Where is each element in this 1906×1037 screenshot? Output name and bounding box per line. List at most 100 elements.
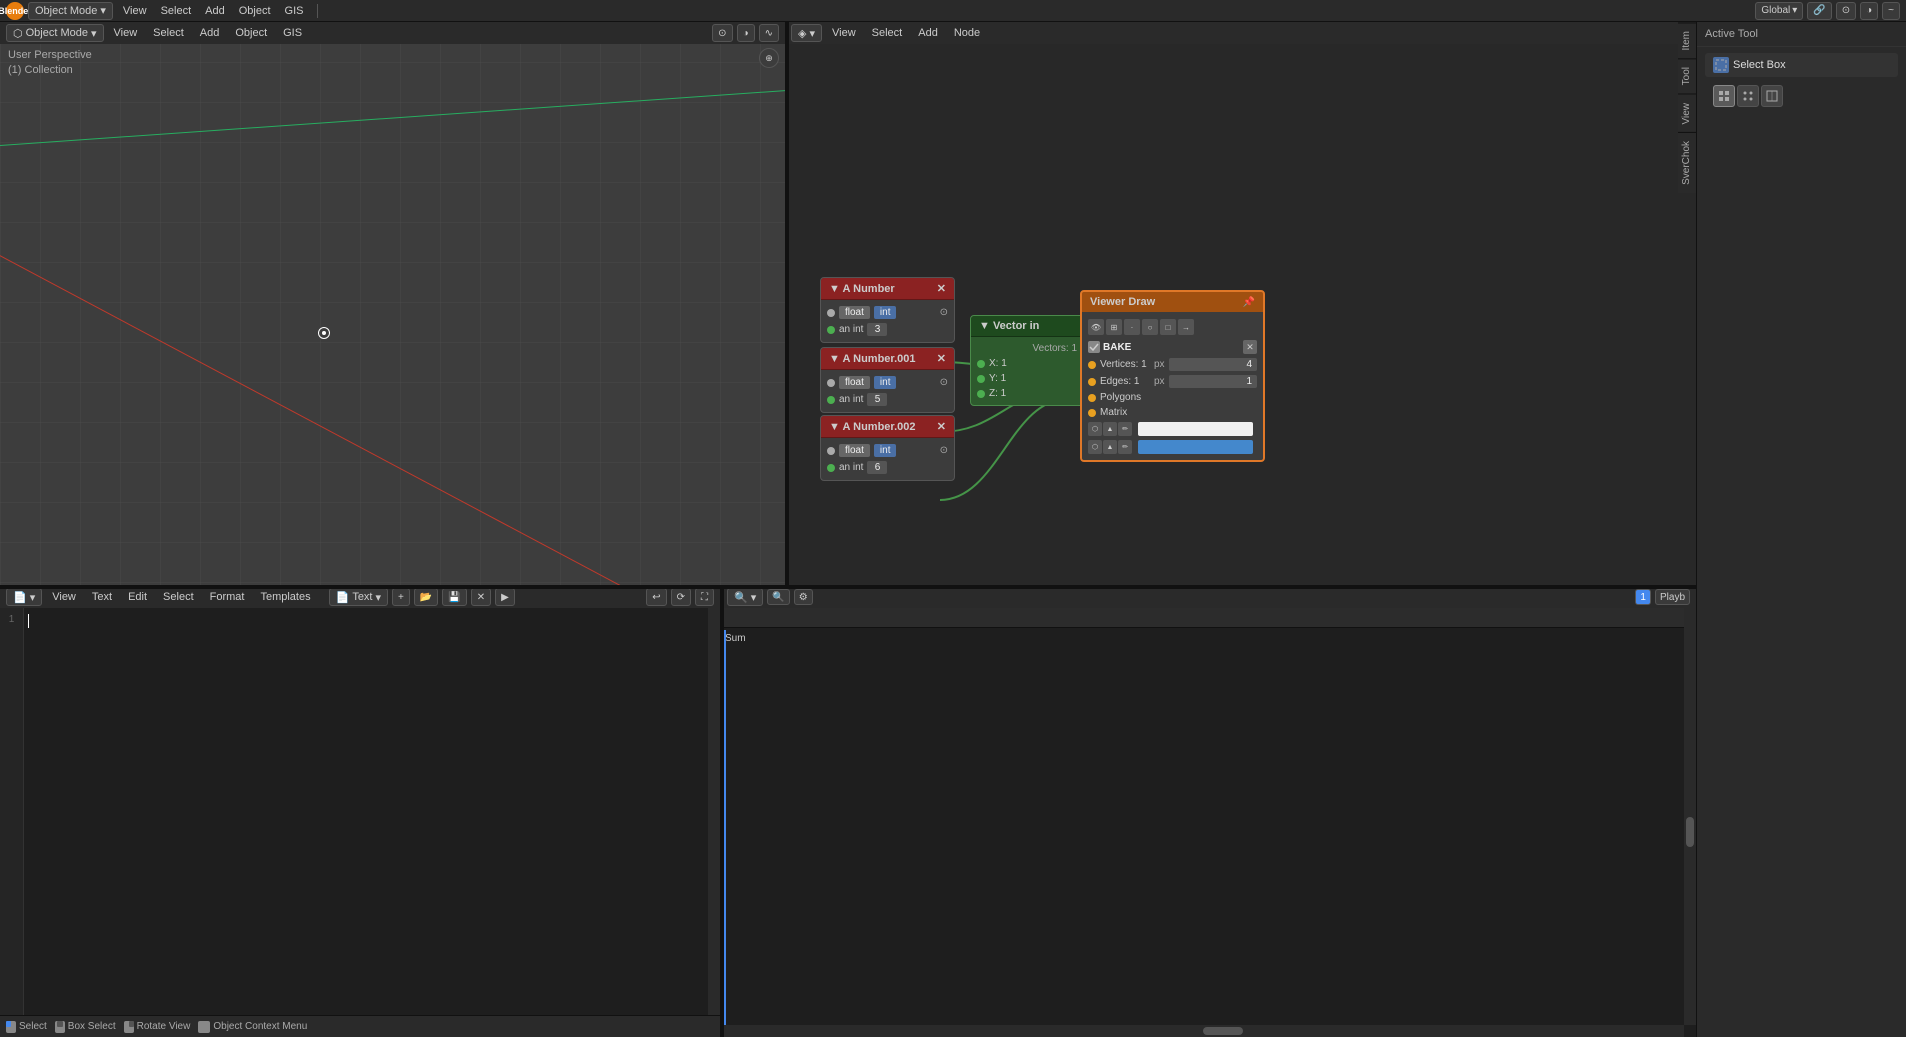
- menu-object[interactable]: Object: [233, 3, 277, 19]
- btn-float[interactable]: float: [839, 306, 870, 319]
- shading-btn[interactable]: ◑: [1860, 2, 1878, 20]
- timeline-scrollbar-h[interactable]: [721, 1025, 1684, 1037]
- tl-play-btn[interactable]: Playb: [1655, 589, 1690, 605]
- point-icon[interactable]: ·: [1124, 319, 1140, 335]
- arrow-icon[interactable]: →: [1178, 319, 1194, 335]
- vp-menu-object[interactable]: Object: [229, 25, 273, 41]
- socket-output[interactable]: [827, 464, 835, 472]
- viewport-3d[interactable]: ⬡ Object Mode ▾ View Select Add Object G…: [0, 22, 785, 585]
- socket-output[interactable]: [827, 396, 835, 404]
- side-tab-tool[interactable]: Tool: [1678, 58, 1696, 93]
- tl-type-dropdown[interactable]: 🔍 ▾: [727, 588, 763, 606]
- bake-checkbox[interactable]: [1088, 341, 1100, 353]
- node-editor-type-dropdown[interactable]: ◈ ▾: [791, 24, 822, 42]
- timeline[interactable]: 🔍 ▾ 🔍 ⚙ 1 Playb Sum: [720, 585, 1696, 1037]
- bake-close[interactable]: ✕: [1243, 340, 1257, 354]
- text-editor-content[interactable]: [24, 608, 708, 1015]
- swatch-icon-d[interactable]: ⬡: [1088, 440, 1102, 454]
- btn-float[interactable]: float: [839, 376, 870, 389]
- edges-socket[interactable]: [1088, 378, 1096, 386]
- te-menu-templates[interactable]: Templates: [254, 589, 316, 605]
- matrix-socket[interactable]: [1088, 409, 1096, 417]
- socket-x[interactable]: [977, 360, 985, 368]
- te-menu-edit[interactable]: Edit: [122, 589, 153, 605]
- sphere-icon[interactable]: ○: [1142, 319, 1158, 335]
- grid-icon[interactable]: ⊞: [1106, 319, 1122, 335]
- node-a-number[interactable]: ▼ A Number ✕ float int ⊙ an int 3: [820, 277, 955, 343]
- node-a-number-001[interactable]: ▼ A Number.001 ✕ float int ⊙ an int 5: [820, 347, 955, 413]
- timeline-scrollbar-v[interactable]: [1684, 608, 1696, 1025]
- socket-y[interactable]: [977, 375, 985, 383]
- socket-output[interactable]: [827, 326, 835, 334]
- socket-float[interactable]: [827, 309, 835, 317]
- te-file-dropdown[interactable]: 📄 Text ▾: [329, 588, 388, 606]
- snap-btn[interactable]: 🔗: [1807, 2, 1831, 20]
- viewport-gizmo-btn[interactable]: ∿: [759, 24, 779, 42]
- node-close-icon[interactable]: ✕: [937, 282, 946, 295]
- pin-icon[interactable]: 📌: [1243, 297, 1255, 308]
- te-wrap-btn[interactable]: ↩: [646, 588, 666, 606]
- te-menu-view[interactable]: View: [46, 589, 82, 605]
- socket-z[interactable]: [977, 390, 985, 398]
- te-fullscreen-btn[interactable]: ⛶: [695, 588, 714, 606]
- mode-icon-dots2[interactable]: [1737, 85, 1759, 107]
- viewport-mode-dropdown[interactable]: ⬡ Object Mode ▾: [6, 24, 104, 42]
- btn-int[interactable]: int: [874, 376, 897, 389]
- te-close-btn[interactable]: ✕: [471, 588, 491, 606]
- timeline-body[interactable]: Sum: [721, 608, 1696, 1037]
- side-tab-sverkchok[interactable]: SverChok: [1678, 132, 1696, 193]
- ne-menu-select[interactable]: Select: [866, 25, 909, 41]
- te-menu-format[interactable]: Format: [204, 589, 251, 605]
- timeline-scrollbar-h-thumb[interactable]: [1203, 1027, 1243, 1035]
- swatch-icon-e[interactable]: ▲: [1103, 440, 1117, 454]
- te-open-btn[interactable]: 📂: [414, 588, 438, 606]
- tl-search-btn[interactable]: 🔍: [767, 589, 789, 605]
- global-dropdown[interactable]: Global ▾: [1755, 2, 1803, 20]
- ne-menu-add[interactable]: Add: [912, 25, 944, 41]
- graph-btn[interactable]: ~: [1882, 2, 1900, 20]
- tl-settings-btn[interactable]: ⚙: [794, 589, 813, 605]
- swatch-icon-a[interactable]: ⬡: [1088, 422, 1102, 436]
- mode-icon-dots[interactable]: [1713, 85, 1735, 107]
- edges-px[interactable]: 1: [1169, 375, 1257, 388]
- side-tab-view[interactable]: View: [1678, 94, 1696, 133]
- text-editor[interactable]: 📄 ▾ View Text Edit Select Format Templat…: [0, 585, 720, 1037]
- timeline-scrollbar-v-thumb[interactable]: [1686, 817, 1694, 847]
- viewport-shading-btn[interactable]: ◑: [737, 24, 755, 42]
- nav-gizmo[interactable]: ⊕: [759, 48, 779, 68]
- node-a-number-002[interactable]: ▼ A Number.002 ✕ float int ⊙ an int 6: [820, 415, 955, 481]
- eye-icon[interactable]: 👁: [1088, 319, 1104, 335]
- polygons-socket[interactable]: [1088, 394, 1096, 402]
- node-close-icon[interactable]: ✕: [937, 420, 946, 433]
- socket-float[interactable]: [827, 379, 835, 387]
- te-sync-btn[interactable]: ⟳: [671, 588, 691, 606]
- btn-int[interactable]: int: [874, 306, 897, 319]
- socket-float[interactable]: [827, 447, 835, 455]
- swatch-icon-b[interactable]: ▲: [1103, 422, 1117, 436]
- viewport-overlay-btn[interactable]: ⊙: [712, 24, 732, 42]
- ne-menu-node[interactable]: Node: [948, 25, 986, 41]
- menu-view[interactable]: View: [117, 3, 153, 19]
- output-value[interactable]: 6: [867, 461, 887, 474]
- menu-add[interactable]: Add: [199, 3, 231, 19]
- tl-page-1-btn[interactable]: 1: [1635, 589, 1651, 605]
- menu-gis[interactable]: GIS: [279, 3, 310, 19]
- ne-menu-view[interactable]: View: [826, 25, 862, 41]
- side-tab-item[interactable]: Item: [1678, 22, 1696, 58]
- mode-dropdown[interactable]: Object Mode ▾: [28, 2, 113, 20]
- te-type-dropdown[interactable]: 📄 ▾: [6, 588, 42, 606]
- te-menu-select[interactable]: Select: [157, 589, 200, 605]
- te-new-btn[interactable]: +: [392, 588, 410, 606]
- node-viewer-draw[interactable]: Viewer Draw 📌 👁 ⊞ · ○ □ → BAKE ✕ Vert: [1080, 290, 1265, 462]
- te-menu-text[interactable]: Text: [86, 589, 118, 605]
- vp-menu-view[interactable]: View: [108, 25, 144, 41]
- node-close-icon[interactable]: ✕: [937, 352, 946, 365]
- output-value[interactable]: 5: [867, 393, 887, 406]
- te-run-btn[interactable]: ▶: [495, 588, 515, 606]
- vp-menu-add[interactable]: Add: [194, 25, 226, 41]
- overlay-btn[interactable]: ⊙: [1836, 2, 1856, 20]
- menu-select[interactable]: Select: [155, 3, 198, 19]
- node-editor[interactable]: ◈ ▾ View Select Add Node ▼ A Number ✕ fl…: [785, 22, 1696, 585]
- mode-icon-dots3[interactable]: [1761, 85, 1783, 107]
- color-swatch-blue[interactable]: [1138, 440, 1253, 454]
